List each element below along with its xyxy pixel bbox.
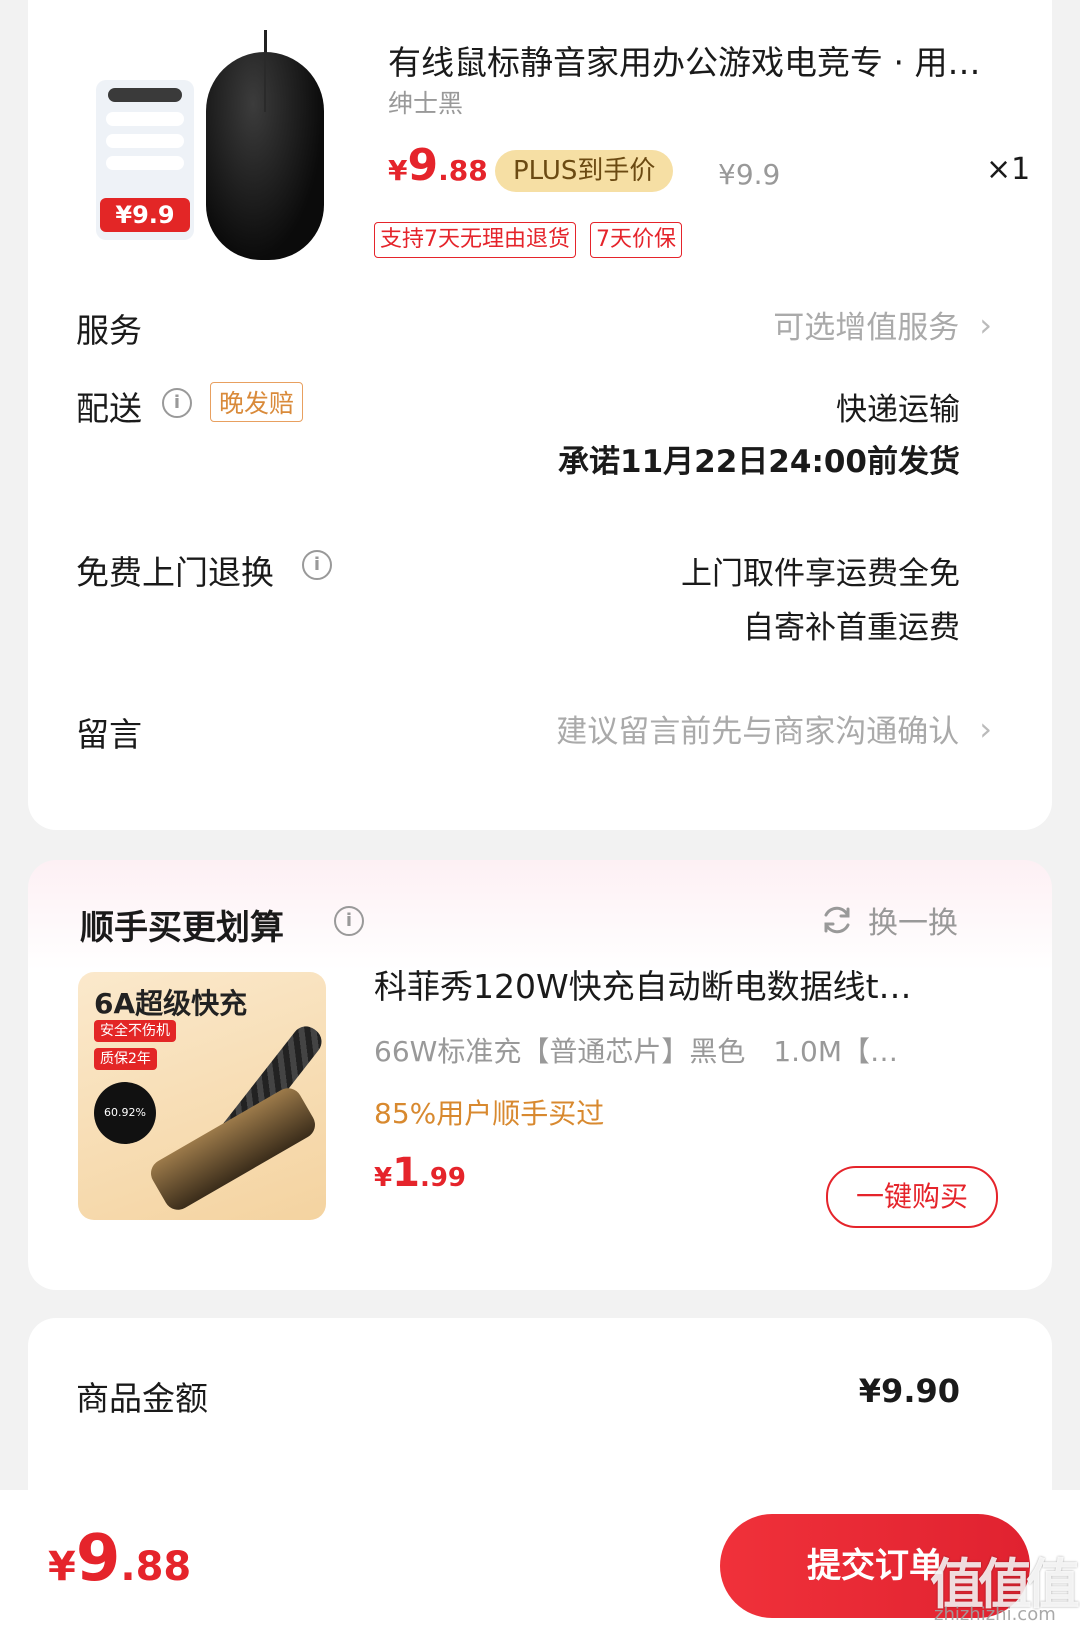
goods-amount-label: 商品金额 — [76, 1379, 208, 1418]
addon-price: ¥1.99 — [374, 1150, 466, 1196]
watermark-url: zhizhizhi.com — [934, 1604, 1056, 1625]
service-label: 服务 — [76, 311, 142, 350]
service-selector[interactable]: 可选增值服务 › — [773, 302, 992, 347]
delivery-promise: 承诺11月22日24:00前发货 — [558, 444, 960, 480]
addon-product-name[interactable]: 科菲秀120W快充自动断电数据线t… — [374, 960, 984, 1008]
late-compensation-tag: 晚发赔 — [210, 382, 304, 422]
delivery-method[interactable]: 快递运输 — [836, 384, 960, 429]
free-return-label: 免费上门退换 — [76, 553, 274, 592]
info-icon[interactable]: i — [334, 906, 364, 936]
refresh-button[interactable]: 换一换 — [820, 898, 958, 942]
one-click-buy-button[interactable]: 一键购买 — [826, 1166, 998, 1228]
chevron-right-icon: › — [979, 709, 992, 748]
price-protect-tag: 7天价保 — [590, 222, 682, 258]
addon-title: 顺手买更划算 — [80, 908, 284, 948]
message-placeholder: 建议留言前先与商家沟通确认 — [556, 714, 960, 750]
product-image[interactable]: ¥9.9 — [88, 30, 336, 278]
chevron-right-icon: › — [979, 305, 992, 344]
refresh-label: 换一换 — [868, 906, 958, 941]
plus-price-tag: PLUS到手价 — [495, 150, 674, 192]
addon-recommendation-card: 顺手买更划算 i 换一换 6A超级快充 安全不伤机 质保2年 60.92% 科菲… — [28, 860, 1052, 1290]
addon-product-image[interactable]: 6A超级快充 安全不伤机 质保2年 60.92% — [78, 972, 326, 1220]
cable-image-headline: 6A超级快充 — [94, 987, 248, 1020]
free-return-line2: 自寄补首重运费 — [743, 610, 960, 646]
product-price: ¥9.88 — [388, 140, 488, 191]
message-label: 留言 — [76, 715, 142, 754]
return-policy-tag: 支持7天无理由退货 — [374, 222, 576, 258]
free-return-line1: 上门取件享运费全免 — [681, 556, 960, 592]
product-card: ¥9.9 有线鼠标静音家用办公游戏电竞专 · 用… 绅士黑 ¥9.88 PLUS… — [28, 0, 1052, 830]
delivery-label: 配送 — [76, 389, 142, 428]
order-summary-card: 商品金额 ¥9.90 — [28, 1318, 1052, 1518]
original-price: ¥9.9 — [718, 158, 781, 191]
cable-image-tag: 安全不伤机 — [94, 1020, 176, 1042]
goods-amount-value: ¥9.90 — [858, 1372, 960, 1410]
info-icon[interactable]: i — [162, 388, 192, 418]
refresh-icon — [824, 906, 850, 934]
product-promo-graphic: ¥9.9 — [96, 80, 194, 240]
info-icon[interactable]: i — [302, 550, 332, 580]
cable-image-tag: 质保2年 — [94, 1048, 157, 1070]
service-value: 可选增值服务 — [773, 310, 960, 346]
bottom-checkout-bar: ¥9.88 提交订单 值值值 zhizhizhi.com — [0, 1490, 1080, 1630]
addon-product-spec[interactable]: 66W标准充【普通芯片】黑色 1.0M【… — [374, 1030, 944, 1070]
product-title[interactable]: 有线鼠标静音家用办公游戏电竞专 · 用… — [388, 36, 1028, 84]
addon-buy-rate: 85%用户顺手买过 — [374, 1097, 605, 1130]
product-spec: 绅士黑 — [388, 89, 464, 118]
quantity: ×1 — [986, 152, 1031, 187]
cable-image-gauge: 60.92% — [94, 1082, 156, 1144]
promo-badge-price: ¥9.9 — [100, 198, 190, 232]
message-input[interactable]: 建议留言前先与商家沟通确认 › — [556, 706, 992, 751]
total-price: ¥9.88 — [48, 1522, 192, 1596]
